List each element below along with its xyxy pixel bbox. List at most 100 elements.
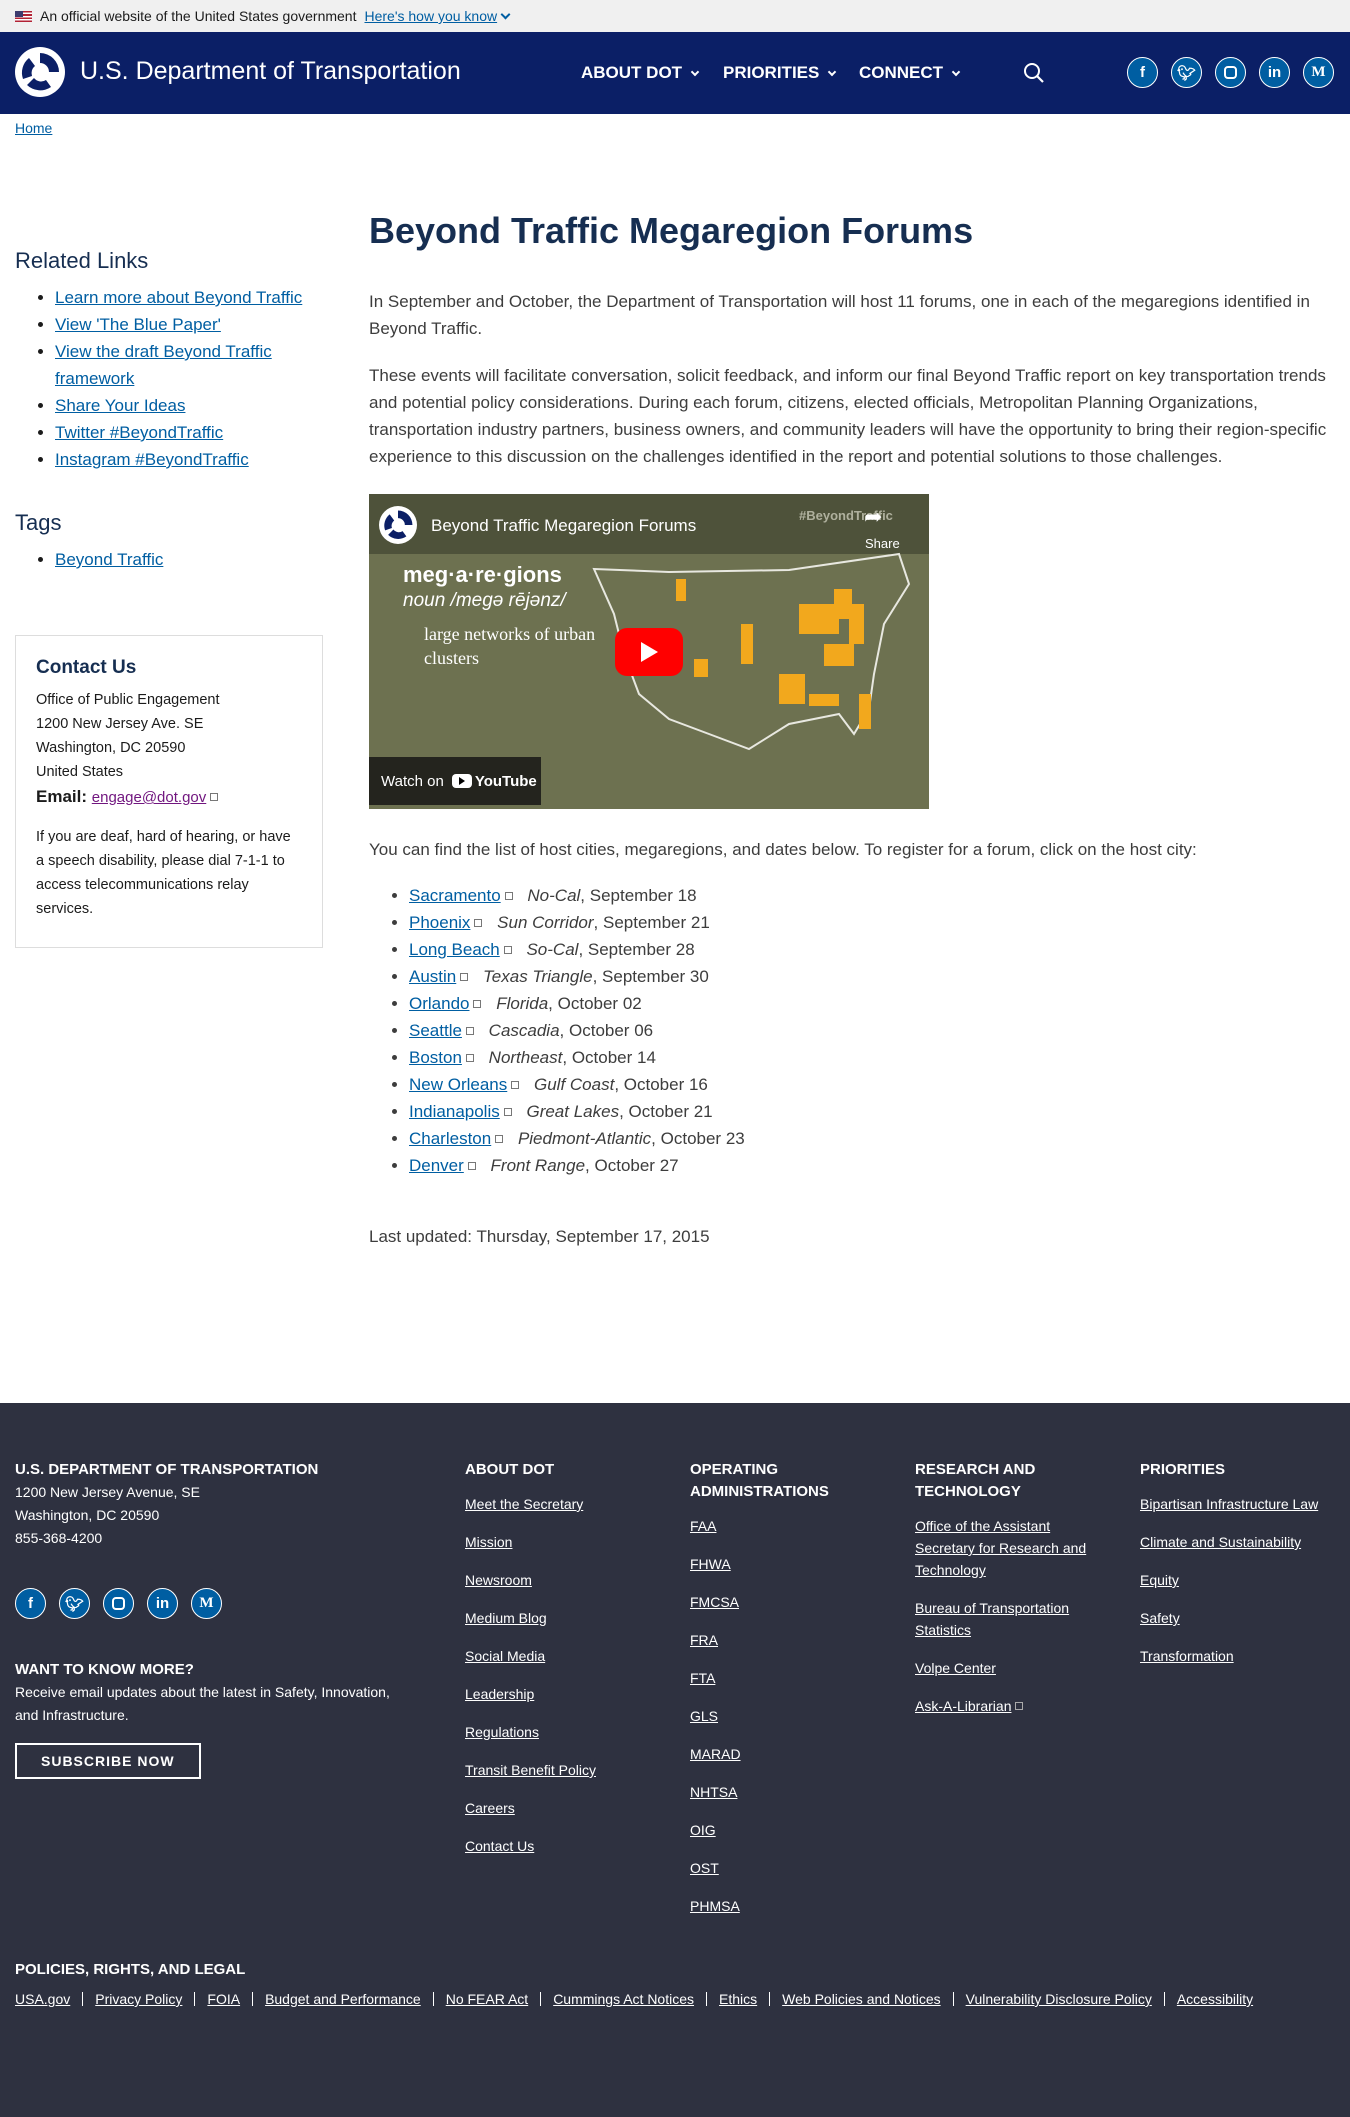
footer-link[interactable]: MARAD [690,1746,741,1762]
dot-logo-icon[interactable] [15,47,65,97]
facebook-icon[interactable]: f [15,1588,46,1619]
nav-connect[interactable]: CONNECT [859,63,961,83]
city-link[interactable]: Seattle [409,1021,462,1040]
city-link[interactable]: Boston [409,1048,462,1067]
footer-link[interactable]: Transformation [1140,1648,1234,1664]
footer-link[interactable]: Climate and Sustainability [1140,1534,1301,1550]
footer-link[interactable]: Leadership [465,1686,534,1702]
footer-link[interactable]: FHWA [690,1556,731,1572]
footer-link[interactable]: Ask-A-Librarian [915,1698,1011,1714]
twitter-icon[interactable]: 🐦︎ [59,1588,90,1619]
list-item: Careers [465,1797,665,1819]
legal-link[interactable]: Vulnerability Disclosure Policy [952,1992,1164,2006]
megaregion-name: No-Cal [522,886,581,905]
legal-link[interactable]: Ethics [706,1992,769,2006]
footer-link[interactable]: Regulations [465,1724,539,1740]
linkedin-icon[interactable]: in [147,1588,178,1619]
list-item: Austin Texas Triangle, September 30 [409,963,745,990]
footer-link[interactable]: OST [690,1860,719,1876]
footer-link[interactable]: Contact Us [465,1838,534,1854]
external-link-icon [495,1135,504,1143]
chevron-down-icon [828,67,837,77]
footer-link[interactable]: Bureau of Transportation Statistics [915,1600,1069,1638]
footer-link[interactable]: GLS [690,1708,718,1724]
footer-link[interactable]: Careers [465,1800,515,1816]
city-link[interactable]: New Orleans [409,1075,507,1094]
city-link[interactable]: Austin [409,967,456,986]
city-link[interactable]: Sacramento [409,886,501,905]
play-button[interactable] [615,628,683,676]
footer-link[interactable]: Mission [465,1534,512,1550]
related-link[interactable]: Learn more about Beyond Traffic [55,288,302,307]
footer-link[interactable]: Safety [1140,1610,1180,1626]
footer-link[interactable]: Meet the Secretary [465,1496,583,1512]
footer-link[interactable]: FAA [690,1518,716,1534]
footer-link[interactable]: Volpe Center [915,1660,996,1676]
legal-link[interactable]: Cummings Act Notices [540,1992,706,2006]
related-link[interactable]: Instagram #BeyondTraffic [55,450,249,469]
instagram-icon[interactable] [1215,57,1246,88]
city-link[interactable]: Indianapolis [409,1102,500,1121]
watch-on-youtube-button[interactable]: Watch on YouTube [369,757,541,805]
legal-link[interactable]: FOIA [194,1992,252,2006]
channel-avatar[interactable] [379,506,417,544]
forum-date: , September 18 [580,886,697,905]
footer-link[interactable]: FTA [690,1670,715,1686]
subscribe-button[interactable]: SUBSCRIBE NOW [15,1743,201,1779]
site-header: U.S. Department of Transportation ABOUT … [0,32,1350,114]
list-item: View 'The Blue Paper' [55,311,323,338]
video-title[interactable]: Beyond Traffic Megaregion Forums [431,516,696,536]
footer-link[interactable]: Equity [1140,1572,1179,1588]
tag-link[interactable]: Beyond Traffic [55,550,163,569]
city-link[interactable]: Orlando [409,994,469,1013]
footer-link[interactable]: Social Media [465,1648,545,1664]
search-icon[interactable] [1023,62,1045,84]
legal-link[interactable]: No FEAR Act [432,1992,540,2006]
footer-phone: 855-368-4200 [15,1530,103,1546]
city-link[interactable]: Denver [409,1156,464,1175]
footer-link[interactable]: Newsroom [465,1572,532,1588]
facebook-icon[interactable]: f [1127,57,1158,88]
list-item: Social Media [465,1645,665,1667]
nav-about[interactable]: ABOUT DOT [581,63,700,83]
nav-priorities[interactable]: PRIORITIES [723,63,837,83]
legal-link[interactable]: Accessibility [1163,1992,1265,2006]
instagram-icon[interactable] [103,1588,134,1619]
youtube-video[interactable]: Beyond Traffic Megaregion Forums #Beyond… [369,494,929,809]
youtube-logo-icon: YouTube [451,773,537,790]
legal-link[interactable]: Web Policies and Notices [769,1992,952,2006]
footer-link[interactable]: Medium Blog [465,1610,547,1626]
how-you-know-link[interactable]: Here's how you know [364,8,511,24]
footer-link[interactable]: OIG [690,1822,716,1838]
footer-link[interactable]: Transit Benefit Policy [465,1762,596,1778]
city-link[interactable]: Phoenix [409,913,470,932]
contact-email-link[interactable]: engage@dot.gov [92,789,207,806]
share-icon[interactable]: ➦ [864,504,882,530]
related-link[interactable]: Share Your Ideas [55,396,185,415]
twitter-icon[interactable]: 🐦︎ [1171,57,1202,88]
legal-link[interactable]: Budget and Performance [252,1992,433,2006]
linkedin-icon[interactable]: in [1259,57,1290,88]
footer-dept-title: U.S. DEPARTMENT OF TRANSPORTATION [15,1461,319,1478]
related-link[interactable]: Twitter #BeyondTraffic [55,423,223,442]
footer-link[interactable]: Office of the Assistant Secretary for Re… [915,1518,1086,1578]
forum-date: , October 14 [562,1048,656,1067]
footer-link[interactable]: Bipartisan Infrastructure Law [1140,1496,1318,1512]
site-name[interactable]: U.S. Department of Transportation [80,57,461,86]
footer-link[interactable]: FMCSA [690,1594,739,1610]
footer-link[interactable]: FRA [690,1632,718,1648]
footer-link[interactable]: PHMSA [690,1898,740,1914]
legal-link[interactable]: Privacy Policy [82,1992,194,2006]
breadcrumb-home[interactable]: Home [15,120,52,136]
related-link[interactable]: View 'The Blue Paper' [55,315,221,334]
medium-icon[interactable]: M [191,1588,222,1619]
legal-link[interactable]: USA.gov [15,1992,82,2006]
share-label[interactable]: Share [865,536,900,551]
legal-heading: POLICIES, RIGHTS, AND LEGAL [15,1961,246,1978]
city-link[interactable]: Charleston [409,1129,491,1148]
list-item: Equity [1140,1569,1340,1591]
footer-link[interactable]: NHTSA [690,1784,737,1800]
related-link[interactable]: View the draft Beyond Traffic framework [55,342,272,388]
city-link[interactable]: Long Beach [409,940,500,959]
medium-icon[interactable]: M [1303,57,1334,88]
